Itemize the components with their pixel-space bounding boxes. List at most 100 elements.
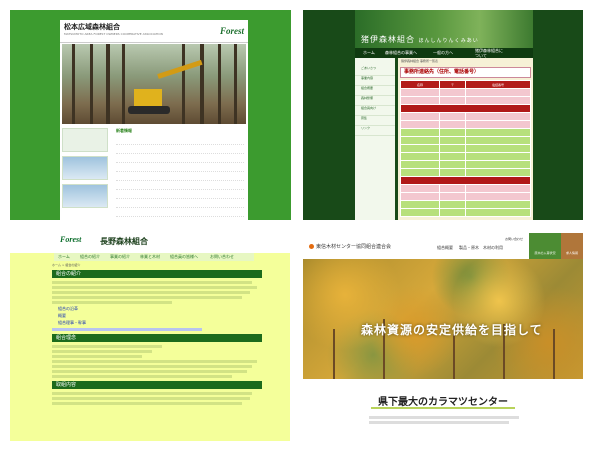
table-cell (400, 208, 440, 217)
link-line[interactable] (52, 328, 202, 331)
link-history[interactable]: 組合の沿革 (58, 306, 262, 312)
table-cell (400, 112, 440, 121)
sidebar-item[interactable]: 組合概要 (355, 86, 395, 96)
sidebar-item[interactable]: 募集 (355, 116, 395, 126)
nav-item[interactable]: 林業と木材 (140, 254, 160, 260)
table-cell (400, 160, 440, 169)
page-container: 松本広域森林組合 MATSUMOTO AREA FOREST OWNERS CO… (60, 20, 248, 220)
excavator-track (128, 106, 170, 114)
news-row[interactable] (116, 190, 244, 199)
table-cell (400, 144, 440, 153)
nav-public[interactable]: 一般の方へ (433, 50, 453, 56)
sidebar-item[interactable]: 組合員向け (355, 106, 395, 116)
table-cell (400, 168, 440, 177)
hero-tagline: 森林資源の安定供給を目指して (361, 323, 543, 337)
table-cell (400, 120, 440, 129)
log-arrival-button[interactable]: 原木の入荷状況 (529, 233, 561, 259)
nav-item[interactable]: お問い合わせ (505, 237, 523, 241)
news-title: 新着情報 (116, 128, 132, 133)
site-header: 東信木材センター協同組合連合会 組合概要 製品・原木 木材の利用 お問い合わせ … (303, 233, 583, 259)
main-content: ホーム > 組合の紹介 組合の紹介 組合の沿革 概要 組合理事・幹事 組合理念 … (52, 263, 262, 407)
table-header: 〒 (438, 80, 467, 89)
nav-item[interactable]: 製品・原木 (459, 245, 479, 251)
office-table: 名称 〒 電話番号 (400, 80, 531, 217)
text-line (52, 296, 242, 299)
news-row[interactable] (116, 172, 244, 181)
sidebar-item[interactable]: ごあいさつ (355, 66, 395, 76)
text-line (52, 281, 252, 284)
breadcrumb: 猪伊森林組合 事務所一覧表 (401, 59, 438, 63)
sidebar-item[interactable]: 事業内容 (355, 76, 395, 86)
section-heading: 組合理念 (52, 334, 262, 342)
side-banner-photo[interactable] (62, 184, 108, 208)
table-cell (400, 200, 440, 209)
text-line (52, 291, 250, 294)
text-line (52, 392, 252, 395)
text-line (52, 375, 232, 378)
text-line (52, 365, 252, 368)
forest-logo[interactable]: Forest (220, 26, 244, 36)
site-logo[interactable]: 東信木材センター協同組合連合会 (309, 243, 391, 250)
table-header: 電話番号 (465, 80, 531, 89)
news-row[interactable] (116, 136, 244, 145)
link-officers[interactable]: 組合理事・幹事 (58, 320, 262, 326)
nav-item[interactable]: ホーム (58, 254, 70, 260)
nav-item[interactable]: 組合概要 (437, 245, 453, 251)
text-line (52, 301, 172, 304)
site-header: 松本広域森林組合 MATSUMOTO AREA FOREST OWNERS CO… (60, 20, 248, 43)
text-line (52, 370, 247, 373)
text-line (52, 360, 257, 363)
table-cell (400, 184, 440, 193)
forest-logo[interactable]: Forest (60, 235, 81, 244)
screenshot-panel-matsumoto: 松本広域森林組合 MATSUMOTO AREA FOREST OWNERS CO… (10, 10, 291, 220)
screenshot-panel-nagano: Forest 長野森林組合 ホーム 組合の紹介 事業の紹介 林業と木材 組合員の… (10, 233, 290, 441)
side-banner[interactable] (62, 128, 108, 152)
table-header: 名称 (400, 80, 440, 89)
side-banners (62, 128, 110, 220)
side-banner-photo[interactable] (62, 156, 108, 180)
site-subtitle: MATSUMOTO AREA FOREST OWNERS COOPERATIVE… (64, 32, 163, 36)
nav-item[interactable]: 事業の紹介 (110, 254, 130, 260)
section-heading: 県下最大のカラマツセンター (378, 397, 508, 408)
news-row[interactable] (116, 199, 244, 208)
nav-item[interactable]: お問い合わせ (210, 254, 234, 260)
nav-business[interactable]: 森林組合の事業へ (385, 50, 417, 56)
nav-home[interactable]: ホーム (363, 50, 375, 56)
main-nav: ホーム 森林組合の事業へ 一般の方へ 猪伊森林組合に ついて (355, 48, 533, 58)
sidebar-item[interactable]: リンク (355, 126, 395, 136)
text-line (52, 397, 250, 400)
text-line (52, 350, 152, 353)
text-line (369, 421, 509, 424)
nav-item[interactable]: 木材の利用 (483, 245, 503, 251)
site-title[interactable]: 猪伊森林組合 ほんしんりんくみあい (361, 34, 479, 45)
table-cell (400, 96, 440, 105)
screenshot-panel-toshin: 東信木材センター協同組合連合会 組合概要 製品・原木 木材の利用 お問い合わせ … (303, 233, 583, 441)
table-cell (400, 136, 440, 145)
sidebar: ごあいさつ 事業内容 組合概要 森林整備 組合員向け 募集 リンク (355, 58, 395, 220)
text-line (52, 345, 162, 348)
main-nav: ホーム 組合の紹介 事業の紹介 林業と木材 組合員の皆様へ お問い合わせ (54, 253, 254, 261)
site-title[interactable]: 松本広域森林組合 (64, 22, 120, 32)
news-row[interactable] (116, 208, 244, 217)
screenshot-panel-ina: 猪伊森林組合 ほんしんりんくみあい ホーム 森林組合の事業へ 一般の方へ 猪伊森… (303, 10, 583, 220)
news-row[interactable] (116, 181, 244, 190)
news-row[interactable] (116, 145, 244, 154)
news-area: 新着情報 (116, 128, 244, 217)
main-content: 猪伊森林組合 事務所一覧表 事務所連絡先（住所、電話番号） 名称 〒 電話番号 (398, 58, 533, 220)
section-heading: 組合の紹介 (52, 270, 262, 278)
nav-item[interactable]: 組合員の皆様へ (170, 254, 198, 260)
hero-forest-photo: 森林資源の安定供給を目指して (303, 259, 583, 379)
text-line (52, 286, 257, 289)
sidebar-item[interactable]: 森林整備 (355, 96, 395, 106)
text-line (52, 355, 142, 358)
hero-photo-excavator (62, 44, 246, 124)
news-row[interactable] (116, 163, 244, 172)
link-overview[interactable]: 概要 (58, 313, 262, 319)
site-title[interactable]: 長野森林組合 (100, 236, 148, 247)
excavator-arm (157, 59, 203, 79)
news-row[interactable] (116, 154, 244, 163)
nav-item[interactable]: 組合の紹介 (80, 254, 100, 260)
table-cell (400, 192, 440, 201)
breadcrumb[interactable]: ホーム > 組合の紹介 (52, 263, 262, 267)
recruit-button[interactable]: 求人情報 (561, 233, 583, 259)
